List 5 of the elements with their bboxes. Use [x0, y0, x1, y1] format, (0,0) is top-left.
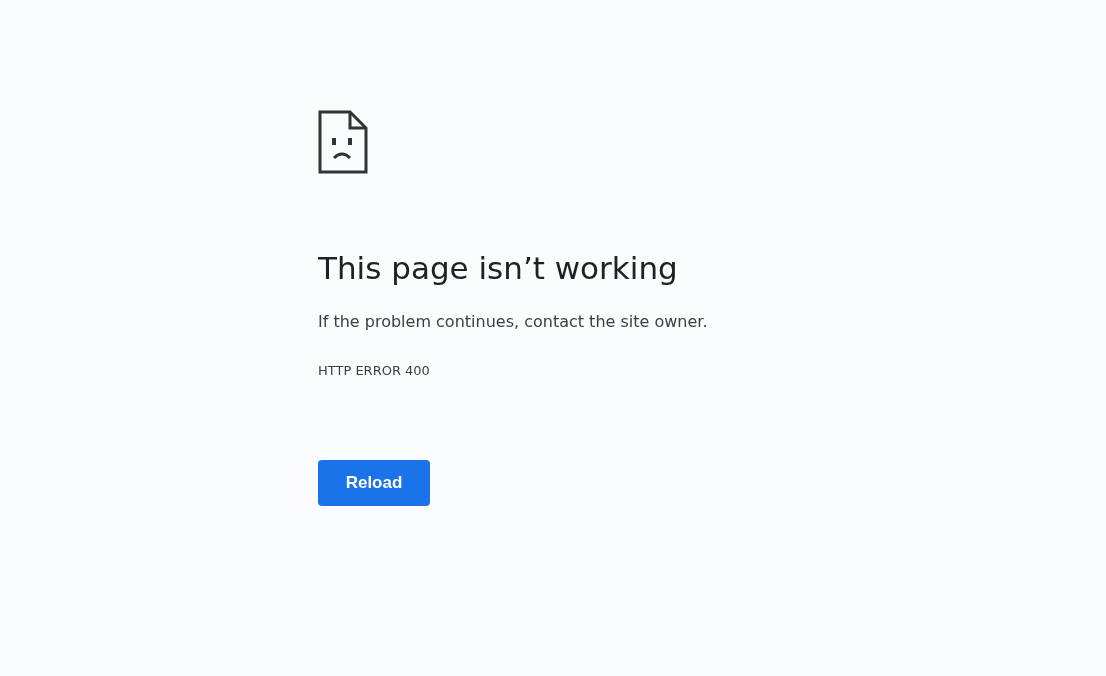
- error-code: HTTP ERROR 400: [318, 362, 430, 380]
- sad-page-icon: [318, 110, 368, 174]
- error-heading: This page isn’t working: [318, 249, 678, 288]
- reload-button[interactable]: Reload: [318, 460, 430, 506]
- error-message: If the problem continues, contact the site owner.: [318, 311, 708, 333]
